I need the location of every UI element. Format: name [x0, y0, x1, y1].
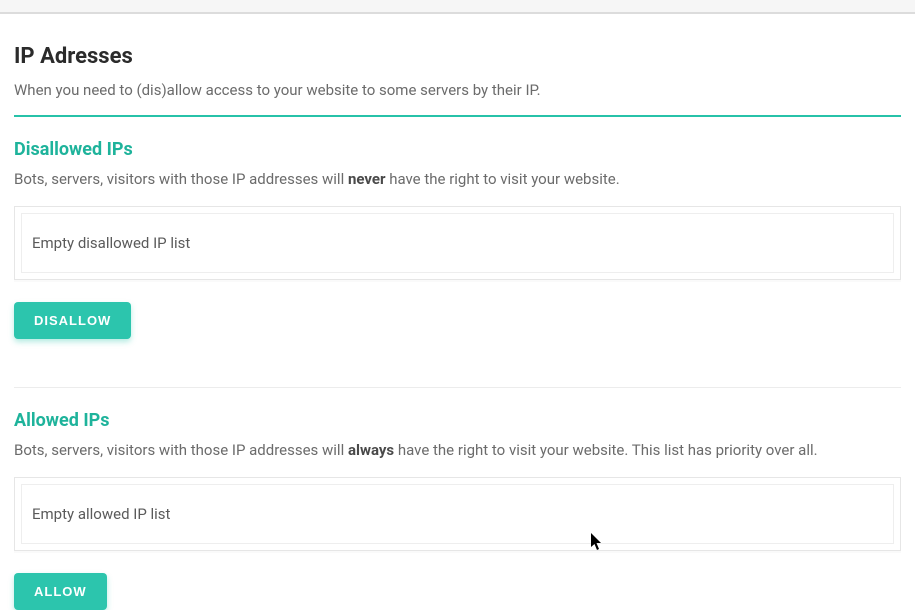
page-subtitle: When you need to (dis)allow access to yo…: [14, 81, 901, 99]
disallowed-ip-list-card: Empty disallowed IP list: [14, 206, 901, 280]
disallowed-desc-prefix: Bots, servers, visitors with those IP ad…: [14, 170, 348, 188]
accent-divider: [14, 115, 901, 117]
allowed-heading: Allowed IPs: [14, 410, 901, 431]
page-title: IP Adresses: [14, 44, 901, 69]
allowed-ips-section: Allowed IPs Bots, servers, visitors with…: [14, 410, 901, 610]
disallowed-ips-section: Disallowed IPs Bots, servers, visitors w…: [14, 139, 901, 339]
allowed-desc-suffix: have the right to visit your website. Th…: [394, 441, 817, 459]
allowed-ip-list-empty: Empty allowed IP list: [21, 484, 894, 544]
content-container: IP Adresses When you need to (dis)allow …: [0, 14, 915, 610]
disallowed-desc-suffix: have the right to visit your website.: [385, 170, 619, 188]
top-bar: [0, 0, 915, 14]
allowed-description: Bots, servers, visitors with those IP ad…: [14, 441, 901, 459]
disallowed-desc-strong: never: [348, 170, 386, 188]
disallowed-description: Bots, servers, visitors with those IP ad…: [14, 170, 901, 188]
allow-button[interactable]: ALLOW: [14, 573, 107, 610]
allowed-desc-strong: always: [348, 441, 394, 459]
allowed-ip-list-card: Empty allowed IP list: [14, 477, 901, 551]
disallow-button[interactable]: DISALLOW: [14, 302, 131, 339]
section-divider: [14, 387, 901, 388]
allowed-desc-prefix: Bots, servers, visitors with those IP ad…: [14, 441, 348, 459]
disallowed-heading: Disallowed IPs: [14, 139, 901, 160]
disallowed-ip-list-empty: Empty disallowed IP list: [21, 213, 894, 273]
